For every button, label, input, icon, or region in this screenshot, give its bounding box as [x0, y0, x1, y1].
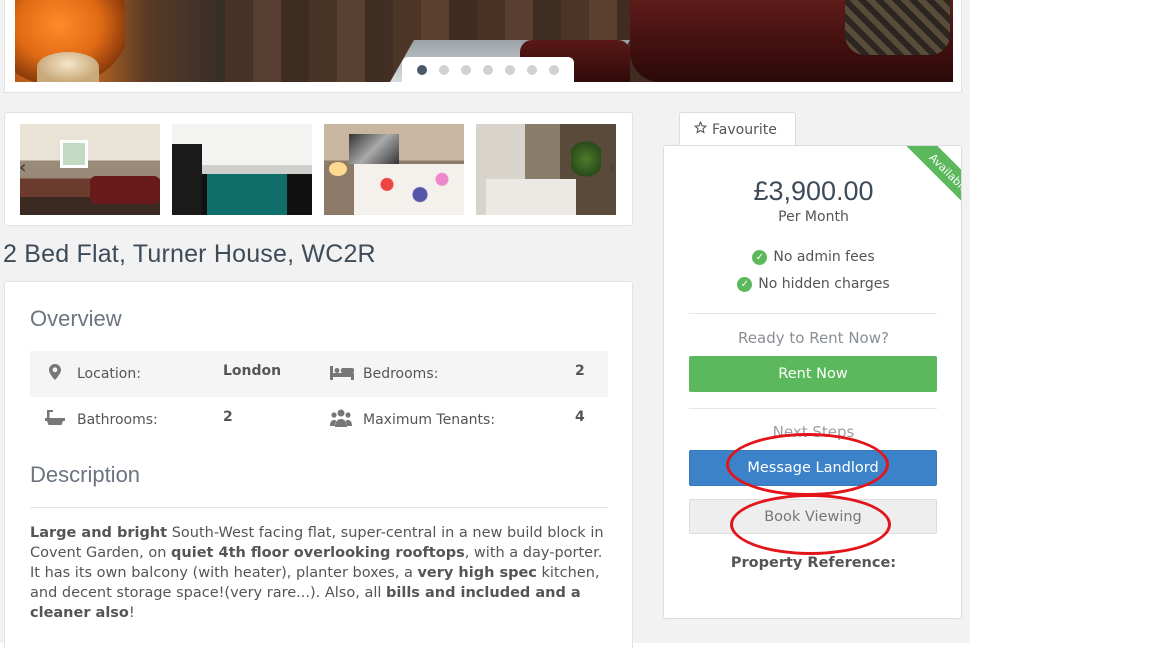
price-period: Per Month [778, 209, 849, 225]
check-circle-icon: ✓ [737, 276, 753, 292]
book-viewing-button[interactable]: Book Viewing [689, 499, 937, 534]
star-outline-icon [693, 120, 708, 138]
next-steps-text: Next Steps [772, 423, 855, 441]
slide-dot-5[interactable] [505, 65, 515, 75]
location-label: Location: [77, 366, 141, 382]
bedrooms-label: Bedrooms: [363, 366, 439, 382]
divider [30, 507, 608, 508]
slide-dot-3[interactable] [461, 65, 471, 75]
bathrooms-label: Bathrooms: [77, 412, 158, 428]
bedrooms-value: 2 [575, 363, 585, 379]
message-landlord-button[interactable]: Message Landlord [689, 450, 937, 486]
ready-to-rent-text: Ready to Rent Now? [738, 329, 889, 347]
check-circle-icon: ✓ [752, 249, 768, 265]
favourite-tab[interactable]: Favourite [679, 112, 796, 146]
thumbnail-living-room[interactable] [20, 124, 160, 215]
favourite-label: Favourite [712, 121, 777, 138]
divider [689, 313, 937, 314]
tenants-value: 4 [575, 409, 585, 425]
rent-now-button[interactable]: Rent Now [689, 356, 937, 392]
bathrooms-value: 2 [223, 409, 233, 425]
property-reference-label: Property Reference: [730, 555, 897, 571]
pricing-card: Available £3,900.00 Per Month ✓ No admin… [663, 145, 962, 619]
details-card: Overview Location: London Bedrooms: 2 Ba… [4, 281, 633, 648]
overview-row: Bathrooms: 2 Maximum Tenants: 4 [30, 397, 608, 443]
thumbnail-bedroom[interactable] [324, 124, 464, 215]
divider [689, 408, 937, 409]
bed-icon [330, 365, 354, 384]
thumbnail-kitchen[interactable] [172, 124, 312, 215]
bath-icon [44, 409, 66, 431]
slide-dot-4[interactable] [483, 65, 493, 75]
map-pin-icon [44, 364, 66, 384]
slide-dot-6[interactable] [527, 65, 537, 75]
thumbnail-gallery: ‹ › [4, 112, 633, 226]
slideshow-pagination [402, 57, 574, 83]
tenants-label: Maximum Tenants: [363, 412, 496, 428]
feature-no-admin-fees: ✓ No admin fees [664, 249, 961, 265]
feature-no-hidden-charges: ✓ No hidden charges [664, 276, 961, 292]
slide-dot-1[interactable] [417, 65, 427, 75]
hero-slideshow [4, 0, 962, 93]
location-value: London [223, 363, 282, 379]
price: £3,900.00 [753, 176, 874, 206]
overview-heading: Overview [30, 306, 122, 331]
gallery-next-arrow-icon[interactable]: › [608, 157, 615, 178]
description-heading: Description [30, 462, 141, 487]
listing-title: 2 Bed Flat, Turner House, WC2R [3, 240, 376, 268]
thumbnail-bathroom[interactable] [476, 124, 616, 215]
slide-dot-7[interactable] [549, 65, 559, 75]
slide-dot-2[interactable] [439, 65, 449, 75]
overview-row: Location: London Bedrooms: 2 [30, 351, 608, 397]
description-text: Large and bright South-West facing flat,… [30, 525, 604, 621]
gallery-prev-arrow-icon[interactable]: ‹ [19, 157, 26, 178]
users-icon [330, 409, 352, 431]
